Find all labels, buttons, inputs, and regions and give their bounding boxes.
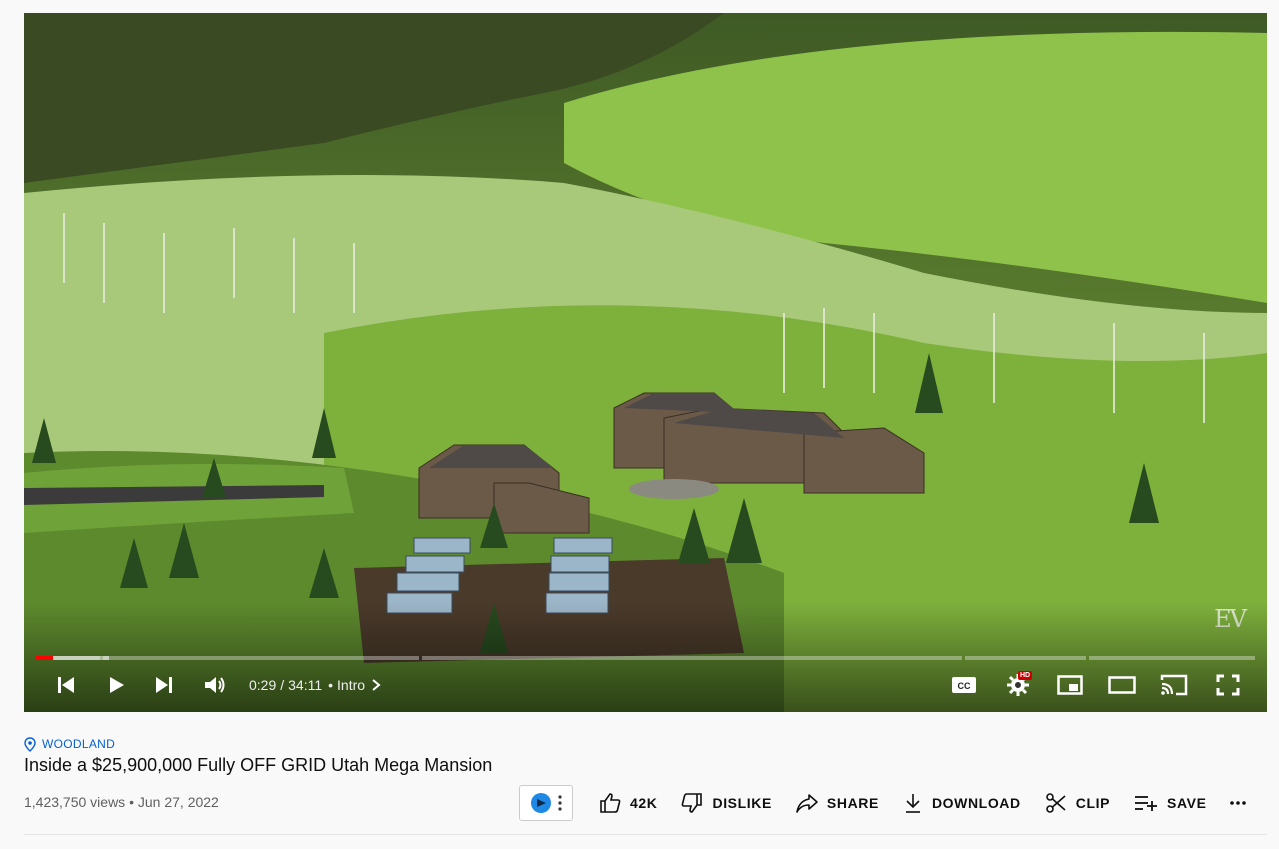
player-controls: 0:29 / 34:11 • Intro CC HD <box>24 668 1267 702</box>
captions-icon: CC <box>952 677 976 693</box>
volume-icon <box>205 677 225 693</box>
current-time: 0:29 <box>249 677 277 693</box>
chapter-title-button[interactable]: • Intro <box>328 677 383 693</box>
miniplayer-button[interactable] <box>1054 668 1086 702</box>
fullscreen-icon <box>1216 674 1240 696</box>
location-pin-icon <box>24 736 36 752</box>
cast-icon <box>1160 674 1188 696</box>
next-button[interactable] <box>150 668 178 702</box>
chapter-segment[interactable] <box>965 656 1086 660</box>
location-label: WOODLAND <box>42 737 116 751</box>
download-icon <box>905 794 920 813</box>
thumbs-up-icon <box>600 793 621 813</box>
section-divider <box>24 834 1267 835</box>
settings-button[interactable]: HD <box>1002 668 1034 702</box>
next-icon <box>156 677 172 693</box>
cast-button[interactable] <box>1158 668 1190 702</box>
previous-icon <box>58 677 74 693</box>
fullscreen-button[interactable] <box>1212 668 1244 702</box>
stats-separator: • <box>129 794 134 810</box>
action-bar: 42K DISLIKE SHARE DOWNLOAD CLIP SAVE <box>519 785 1247 821</box>
like-count: 42K <box>630 795 658 811</box>
thumbs-down-icon <box>682 793 703 813</box>
dislike-button[interactable]: DISLIKE <box>681 792 771 814</box>
more-actions-button[interactable] <box>1229 800 1247 806</box>
extension-logo-icon <box>531 793 551 813</box>
chapter-bullet: • <box>328 677 334 693</box>
time-display: 0:29 / 34:11 • Intro <box>249 668 383 702</box>
extension-button[interactable] <box>519 785 573 821</box>
captions-button[interactable]: CC <box>948 668 980 702</box>
previous-button[interactable] <box>52 668 80 702</box>
dislike-label: DISLIKE <box>712 795 772 811</box>
more-vertical-icon <box>558 795 562 811</box>
video-stats: 1,423,750 views • Jun 27, 2022 <box>24 794 219 810</box>
view-count: 1,423,750 views <box>24 794 126 810</box>
play-icon <box>110 677 124 693</box>
video-title: Inside a $25,900,000 Fully OFF GRID Utah… <box>24 755 493 775</box>
scissors-icon <box>1045 793 1066 813</box>
miniplayer-icon <box>1057 675 1083 695</box>
chapter-segment[interactable] <box>422 656 962 660</box>
save-button[interactable]: SAVE <box>1134 793 1207 813</box>
playlist-add-icon <box>1135 796 1158 811</box>
video-metadata: WOODLAND Inside a $25,900,000 Fully OFF … <box>24 736 1267 821</box>
more-horizontal-icon <box>1229 801 1246 805</box>
download-label: DOWNLOAD <box>931 795 1021 811</box>
play-button[interactable] <box>102 668 130 702</box>
save-label: SAVE <box>1167 795 1207 811</box>
progress-bar[interactable] <box>36 656 1255 660</box>
clip-label: CLIP <box>1075 795 1111 811</box>
upload-date: Jun 27, 2022 <box>137 794 219 810</box>
played-fill <box>36 656 54 660</box>
svg-text:CC: CC <box>958 681 971 691</box>
chapter-segment[interactable] <box>103 656 419 660</box>
share-icon <box>796 794 818 813</box>
mute-button[interactable] <box>200 668 230 702</box>
duration: 34:11 <box>288 677 323 693</box>
share-button[interactable]: SHARE <box>796 792 879 814</box>
hd-badge: HD <box>1018 671 1033 680</box>
theater-icon <box>1108 676 1136 694</box>
download-button[interactable]: DOWNLOAD <box>903 792 1021 814</box>
time-separator: / <box>280 677 285 693</box>
chapter-segment[interactable] <box>1089 656 1255 660</box>
chevron-right-icon <box>372 679 381 691</box>
share-label: SHARE <box>826 795 879 811</box>
video-player[interactable]: EV 0:29 / 34:11 • Intro <box>24 13 1267 712</box>
theater-mode-button[interactable] <box>1106 668 1138 702</box>
like-button[interactable]: 42K <box>599 792 657 814</box>
location-link[interactable]: WOODLAND <box>24 736 1267 752</box>
chapter-title: Intro <box>337 677 366 693</box>
clip-button[interactable]: CLIP <box>1045 792 1110 814</box>
